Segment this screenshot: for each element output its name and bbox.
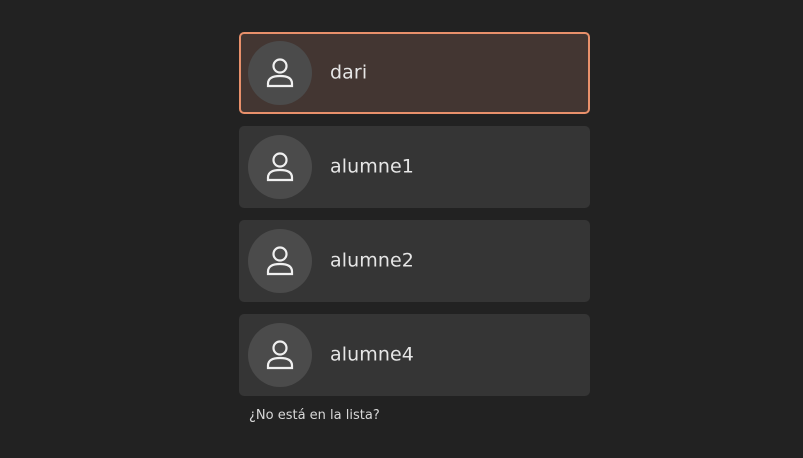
user-item-alumne2[interactable]: alumne2	[239, 220, 590, 302]
user-name: alumne1	[330, 155, 414, 178]
user-name: dari	[330, 61, 368, 84]
not-listed-link[interactable]: ¿No está en la lista?	[249, 408, 380, 424]
user-avatar-icon	[248, 323, 312, 387]
user-name: alumne2	[330, 249, 414, 272]
user-name: alumne4	[330, 343, 414, 366]
user-list: dari alumne1 alumne2 alumne4	[239, 32, 590, 408]
user-avatar-icon	[248, 135, 312, 199]
user-avatar-icon	[248, 41, 312, 105]
user-item-alumne4[interactable]: alumne4	[239, 314, 590, 396]
user-item-alumne1[interactable]: alumne1	[239, 126, 590, 208]
user-item-dari[interactable]: dari	[239, 32, 590, 114]
user-avatar-icon	[248, 229, 312, 293]
login-screen: dari alumne1 alumne2 alumne4 ¿No está en…	[0, 0, 803, 458]
